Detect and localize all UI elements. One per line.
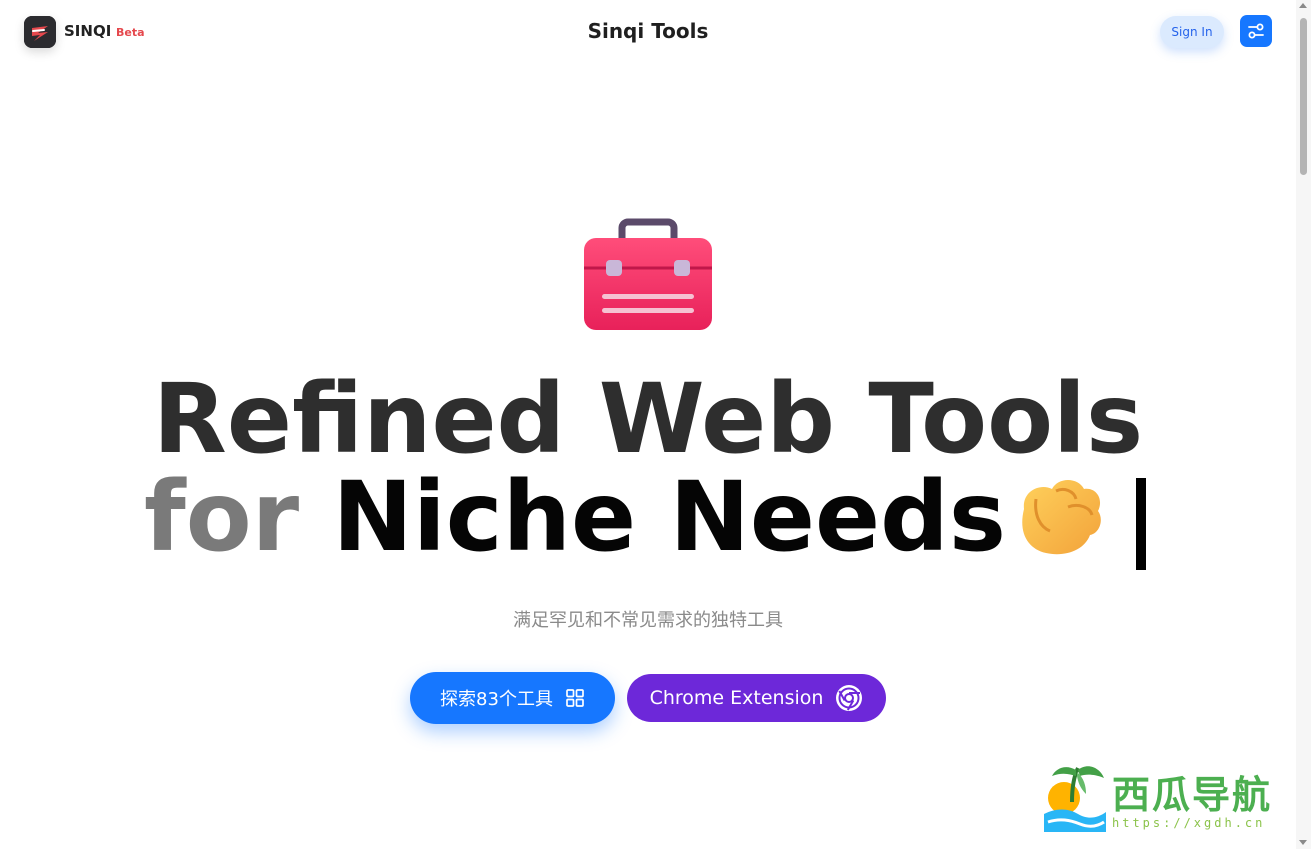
beta-badge: Beta: [116, 26, 145, 39]
toolbox-icon: [580, 216, 716, 336]
typing-cursor: [1135, 477, 1146, 570]
watermark: 西瓜导航 https://xgdh.cn: [1040, 760, 1290, 840]
chrome-extension-label: Chrome Extension: [649, 687, 824, 709]
watermark-logo-icon: [1042, 762, 1106, 834]
hero-headline-line2: for Niche Needs: [0, 462, 1290, 572]
site-title: Sinqi Tools: [587, 19, 709, 43]
explore-tools-button[interactable]: 探索83个工具: [410, 672, 615, 724]
raised-fist-emoji-icon: [1006, 469, 1106, 559]
watermark-url: https://xgdh.cn: [1112, 816, 1266, 830]
scrollbar[interactable]: [1296, 0, 1311, 849]
sinqi-logo-icon[interactable]: [24, 16, 56, 48]
grid-icon: [566, 689, 584, 707]
hero-headline-muted: for: [144, 461, 300, 573]
scrollbar-thumb[interactable]: [1300, 18, 1307, 175]
settings-button[interactable]: [1240, 15, 1272, 47]
scroll-up-arrow-icon[interactable]: [1299, 3, 1307, 8]
hero-headline-line1: Refined Web Tools: [152, 363, 1144, 475]
settings-sliders-icon: [1248, 23, 1264, 39]
scroll-down-arrow-icon[interactable]: [1299, 840, 1307, 845]
hero-subtitle: 满足罕见和不常见需求的独特工具: [513, 610, 783, 631]
explore-tools-label: 探索83个工具: [440, 689, 553, 710]
sign-in-button[interactable]: Sign In: [1160, 16, 1224, 48]
hero-headline-strong: Niche Needs: [332, 461, 1006, 573]
top-header: SINQI Beta Sinqi Tools Sign In: [0, 0, 1296, 64]
chrome-extension-button[interactable]: Chrome Extension: [627, 674, 886, 722]
watermark-title: 西瓜导航: [1112, 772, 1273, 817]
brand-name[interactable]: SINQI: [64, 22, 111, 40]
chrome-icon: [836, 685, 863, 711]
